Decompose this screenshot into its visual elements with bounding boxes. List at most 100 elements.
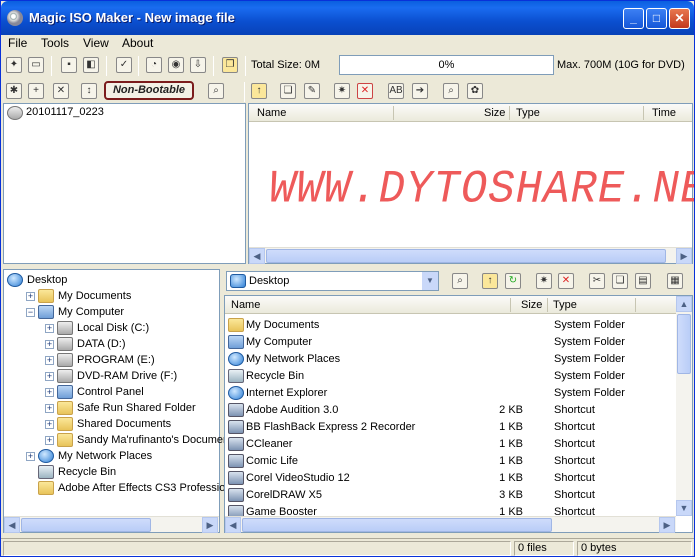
col-name[interactable]: Name (257, 107, 286, 119)
menu-view[interactable]: View (83, 36, 109, 50)
scroll-up-icon[interactable]: ▲ (676, 296, 692, 312)
view-mode-icon[interactable]: ▦ (667, 273, 683, 289)
rename-icon[interactable]: ✎ (304, 83, 320, 99)
scroll-thumb[interactable] (21, 518, 151, 532)
minimize-button[interactable]: _ (623, 8, 644, 29)
expand-icon[interactable]: + (45, 324, 54, 333)
file-row[interactable]: Adobe Audition 3.0 2 KB Shortcut (225, 402, 676, 419)
scroll-right-icon[interactable]: ▶ (202, 517, 218, 533)
up-folder-icon[interactable]: ↑ (251, 83, 267, 99)
file-row[interactable]: Internet Explorer System Folder (225, 385, 676, 402)
scroll-thumb[interactable] (266, 249, 666, 263)
new-folder-icon[interactable]: ✷ (536, 273, 552, 289)
tree-item[interactable]: + PROGRAM (E:) (4, 352, 219, 369)
new-folder-icon[interactable]: ✱ (6, 83, 22, 99)
expand-icon[interactable]: + (45, 340, 54, 349)
tree-item[interactable]: + Safe Run Shared Folder (4, 400, 219, 417)
tree-item[interactable]: + Control Panel (4, 384, 219, 401)
sort-icon[interactable]: ↕ (81, 83, 97, 99)
title-bar[interactable]: Magic ISO Maker - New image file _ □ ✕ (1, 1, 694, 35)
expand-icon[interactable]: + (26, 452, 35, 461)
expand-icon[interactable]: + (45, 356, 54, 365)
file-row[interactable]: My Network Places System Folder (225, 351, 676, 368)
scroll-thumb[interactable] (242, 518, 552, 532)
scroll-left-icon[interactable]: ◀ (225, 517, 241, 533)
boot-status-button[interactable]: Non-Bootable (104, 81, 194, 100)
compress-icon[interactable]: ◔ (146, 57, 162, 73)
file-row[interactable]: CCleaner 1 KB Shortcut (225, 436, 676, 453)
col-time[interactable]: Time (652, 107, 676, 119)
col-size[interactable]: Size (484, 107, 505, 119)
file-row[interactable]: My Computer System Folder (225, 334, 676, 351)
extract-icon[interactable]: ➔ (412, 83, 428, 99)
file-row[interactable]: Recycle Bin System Folder (225, 368, 676, 385)
expand-icon[interactable]: + (45, 404, 54, 413)
paste-icon[interactable]: ▤ (635, 273, 651, 289)
file-list-hscrollbar[interactable]: ◀ ▶ (225, 516, 676, 533)
tree-item[interactable]: − My Computer (4, 304, 219, 321)
file-row[interactable]: Corel VideoStudio 12 1 KB Shortcut (225, 470, 676, 487)
expand-icon[interactable]: + (26, 292, 35, 301)
scroll-thumb[interactable] (677, 314, 691, 374)
menu-file[interactable]: File (8, 36, 27, 50)
scroll-left-icon[interactable]: ◀ (249, 248, 265, 264)
tree-item[interactable]: Recycle Bin (4, 464, 219, 481)
copy-to-icon[interactable]: ❏ (280, 83, 296, 99)
image-root-item[interactable]: 20101117_0223 (26, 106, 104, 123)
file-row[interactable]: Comic Life 1 KB Shortcut (225, 453, 676, 470)
delete-icon[interactable]: ✕ (357, 83, 373, 99)
expand-icon[interactable]: + (45, 388, 54, 397)
label-icon[interactable]: AB (388, 83, 404, 99)
checklist-icon[interactable]: ✓ (116, 57, 132, 73)
file-list-vscrollbar[interactable]: ▲ ▼ (676, 296, 692, 516)
scroll-down-icon[interactable]: ▼ (676, 500, 692, 516)
cut-icon[interactable]: ✂ (589, 273, 605, 289)
image-list-scrollbar[interactable]: ◀ ▶ (249, 247, 692, 264)
tree-item[interactable]: + Sandy Ma'rufinanto's Documents (4, 432, 238, 449)
settings-icon[interactable]: ✿ (467, 83, 483, 99)
file-row[interactable]: My Documents System Folder (225, 317, 676, 334)
maximize-button[interactable]: □ (646, 8, 667, 29)
tree-scrollbar[interactable]: ◀ ▶ (4, 516, 219, 533)
add-files-icon[interactable]: + (28, 83, 44, 99)
location-combo[interactable]: Desktop ▼ (226, 271, 439, 291)
expand-icon[interactable]: + (45, 436, 54, 445)
burn-cd-icon[interactable]: ◉ (168, 57, 184, 73)
menu-tools[interactable]: Tools (41, 36, 69, 50)
properties-icon[interactable]: ◧ (83, 57, 99, 73)
mount-icon[interactable]: ⇩ (190, 57, 206, 73)
open-icon[interactable]: ▭ (28, 57, 44, 73)
expand-icon[interactable]: + (45, 420, 54, 429)
new-icon[interactable]: ✦ (6, 57, 22, 73)
col-size[interactable]: Size (521, 299, 542, 311)
refresh-icon[interactable]: ↻ (505, 273, 521, 289)
tree-item[interactable]: Adobe After Effects CS3 Professional (4, 480, 240, 497)
file-row[interactable]: CorelDRAW X5 3 KB Shortcut (225, 487, 676, 504)
scroll-left-icon[interactable]: ◀ (4, 517, 20, 533)
view-icon[interactable]: ⌕ (443, 83, 459, 99)
tree-item[interactable]: + Shared Documents (4, 416, 219, 433)
col-type[interactable]: Type (553, 299, 577, 311)
close-button[interactable]: ✕ (669, 8, 690, 29)
tree-item[interactable]: + Local Disk (C:) (4, 320, 219, 337)
chevron-down-icon[interactable]: ▼ (422, 272, 438, 290)
col-type[interactable]: Type (516, 107, 540, 119)
find-icon[interactable]: ⌕ (208, 83, 224, 99)
save-icon[interactable]: ▪ (61, 57, 77, 73)
tree-item[interactable]: + My Network Places (4, 448, 219, 465)
expand-icon[interactable]: − (26, 308, 35, 317)
tree-item[interactable]: + DATA (D:) (4, 336, 219, 353)
up-folder-icon[interactable]: ↑ (482, 273, 498, 289)
remove-icon[interactable]: ✕ (53, 83, 69, 99)
copy-icon[interactable]: ❏ (612, 273, 628, 289)
scroll-right-icon[interactable]: ▶ (676, 248, 692, 264)
menu-about[interactable]: About (122, 36, 153, 50)
new-folder-star-icon[interactable]: ✷ (334, 83, 350, 99)
find-folder-icon[interactable]: ⌕ (452, 273, 468, 289)
file-row[interactable]: BB FlashBack Express 2 Recorder 1 KB Sho… (225, 419, 676, 436)
windows-icon[interactable]: ❐ (222, 57, 238, 73)
delete-icon[interactable]: ✕ (558, 273, 574, 289)
tree-item[interactable]: + My Documents (4, 288, 219, 305)
tree-item[interactable]: Desktop (4, 272, 219, 289)
scroll-right-icon[interactable]: ▶ (659, 517, 675, 533)
